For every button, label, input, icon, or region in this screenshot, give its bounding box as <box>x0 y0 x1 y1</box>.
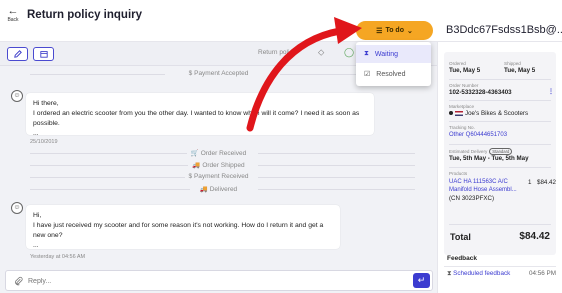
event-payment-received: $ Payment Received <box>0 173 437 180</box>
message-body: I have just received my scooter and for … <box>33 222 324 239</box>
scheduled-feedback-link[interactable]: ⧗ Scheduled feedback <box>447 270 510 278</box>
check-circle-icon[interactable]: ◯ <box>344 47 354 58</box>
list-icon: ☰ <box>376 27 383 35</box>
cart-icon: 🛒 <box>190 150 199 157</box>
event-delivered: 🚚 Delivered <box>0 185 437 193</box>
total-value: $84.42 <box>519 231 550 242</box>
order-id-title: B3Ddc67Fsdss1Bsb@... <box>446 24 562 36</box>
paperclip-icon[interactable] <box>14 276 23 286</box>
order-panel: Ordered Tue, May 5 Shipped Tue, May 5 Or… <box>437 42 562 293</box>
pencil-icon <box>13 50 22 58</box>
tracking-link[interactable]: Other Q60444651703 <box>449 132 507 138</box>
feedback-heading: Feedback <box>447 255 477 262</box>
hourglass-icon: ⧗ <box>447 270 452 277</box>
reply-input[interactable] <box>28 275 408 288</box>
conversation-thread: $ Payment Accepted ☺ Hi there, I ordered… <box>0 66 437 268</box>
page-title: Return policy inquiry <box>27 9 143 21</box>
dollar-icon: $ <box>188 173 193 180</box>
message-body: I ordered an electric scooter from you t… <box>33 110 360 127</box>
message-ellipsis: ... <box>33 242 39 249</box>
order-number-value: 102-5332328-4363403 <box>449 89 512 96</box>
truck-icon: 🚚 <box>199 186 208 193</box>
message-timestamp: Yesterday at 04:56 AM <box>30 254 86 260</box>
message-timestamp: 25/10/2019 <box>30 139 58 145</box>
status-label: To do <box>385 27 404 34</box>
customer-avatar: ☺ <box>11 202 23 214</box>
us-flag-icon <box>455 110 463 116</box>
customer-avatar: ☺ <box>11 90 23 102</box>
checkbox-icon: ☑ <box>364 71 371 78</box>
event-order-received: 🛒 Order Received <box>0 149 437 157</box>
event-order-shipped: 🚚 Order Shipped <box>0 161 437 169</box>
order-number-label: Order Number <box>449 83 479 88</box>
chevron-down-icon: ⌄ <box>406 27 413 35</box>
truck-icon: 🚚 <box>192 162 201 169</box>
tag-label[interactable]: Return policy <box>258 49 296 56</box>
tracking-label: Tracking No. <box>449 125 475 130</box>
schedule-button[interactable] <box>33 47 54 61</box>
send-icon: ↵ <box>417 275 426 285</box>
marketplace-icon <box>449 111 453 116</box>
shipped-value: Tue, May 5 <box>504 67 536 74</box>
message-greeting: Hi there, <box>33 100 59 107</box>
product-sku: (CN 3023PFXC) <box>449 195 495 202</box>
message-bubble: Hi there, I ordered an electric scooter … <box>26 93 374 137</box>
shipped-label: Shipped <box>504 61 521 66</box>
status-dropdown-button[interactable]: ☰ To do ⌄ <box>356 21 433 40</box>
back-button[interactable]: ← Back <box>5 5 21 24</box>
product-qty: 1 <box>528 179 532 186</box>
feedback-time: 04:56 PM <box>529 270 556 277</box>
product-price: $84.42 <box>537 179 556 186</box>
message-greeting: Hi, <box>33 212 42 219</box>
back-arrow-icon: ← <box>7 5 19 17</box>
edit-button[interactable] <box>7 47 28 61</box>
status-menu: ⧗ Waiting ☑ Resolved <box>356 42 431 86</box>
header: ← Back Return policy inquiry ☰ To do ⌄ B… <box>0 0 562 42</box>
products-label: Products <box>449 171 468 176</box>
status-option-waiting[interactable]: ⧗ Waiting <box>356 45 431 63</box>
calendar-icon <box>39 51 48 58</box>
reply-box: ↵ <box>5 270 433 291</box>
more-options-icon[interactable]: ⋮ <box>548 88 554 95</box>
message-ellipsis: ... <box>33 130 39 137</box>
product-name-line1[interactable]: UAC HA 111563C A/C <box>449 179 508 185</box>
reply-bar: ↵ <box>0 268 437 293</box>
message-bubble: Hi, I have just received my scooter and … <box>26 205 340 249</box>
order-card: Ordered Tue, May 5 Shipped Tue, May 5 Or… <box>444 52 556 255</box>
ordered-label: Ordered <box>449 61 466 66</box>
product-name-line2[interactable]: Manifold Hose Assembl... <box>449 187 517 193</box>
shipping-badge: Standard <box>489 148 513 155</box>
delivery-value: Tue, 5th May - Tue, 5th May <box>449 155 529 162</box>
marketplace-label: Marketplace <box>449 104 475 109</box>
status-option-resolved[interactable]: ☑ Resolved <box>356 65 431 83</box>
dollar-icon: $ <box>188 70 193 77</box>
ordered-value: Tue, May 5 <box>449 67 481 74</box>
tag-icon[interactable]: ⬦ <box>318 47 324 58</box>
send-button[interactable]: ↵ <box>413 273 430 288</box>
back-label: Back <box>7 17 19 23</box>
total-label: Total <box>450 232 471 242</box>
hourglass-icon: ⧗ <box>364 50 369 57</box>
delivery-label: Estimated Delivery Standard <box>449 148 513 155</box>
marketplace-value: Joe's Bikes & Scooters <box>449 110 528 117</box>
